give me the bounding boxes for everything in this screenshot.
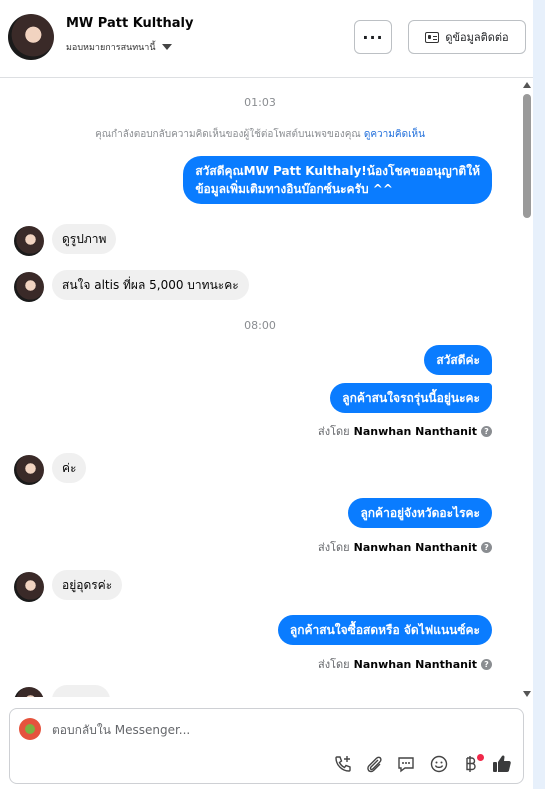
- view-comment-link[interactable]: ดูความคิดเห็น: [364, 129, 425, 140]
- contact-name[interactable]: MW Patt Kulthaly: [66, 16, 193, 31]
- attachment-icon[interactable]: [363, 753, 385, 775]
- contact-card-icon: [425, 31, 440, 43]
- sent-by-prefix: ส่งโดย: [318, 425, 350, 438]
- sent-by-label: ส่งโดย Nanwhan Nanthanit ?: [318, 422, 492, 440]
- outgoing-message: สวัสดีคุณMW Patt Kulthaly!น้องโชคขออนุญา…: [183, 156, 492, 204]
- caret-down-icon: [161, 44, 172, 50]
- assign-conversation-dropdown[interactable]: มอบหมายการสนทนานี้: [66, 40, 172, 54]
- incoming-message: ดูรูปภาพ: [52, 224, 117, 254]
- page-avatar: [19, 718, 41, 740]
- comment-reply-notice: คุณกำลังตอบกลับความคิดเห็นของผู้ใช้ต่อโพ…: [0, 127, 520, 142]
- more-options-button[interactable]: ···: [354, 20, 392, 54]
- saved-reply-icon[interactable]: [395, 753, 417, 775]
- sent-by-prefix: ส่งโดย: [318, 541, 350, 554]
- message-composer: [9, 708, 524, 784]
- message-line: สวัสดีคุณMW Patt Kulthaly!น้องโชคขออนุญา…: [195, 164, 480, 178]
- incoming-message: อยู่อุดรค่ะ: [52, 570, 123, 600]
- notification-dot: [477, 754, 484, 761]
- contact-avatar-small: [14, 572, 44, 602]
- incoming-message: สนใจ altis ที่ผล 5,000 บาทนะคะ: [52, 270, 249, 300]
- incoming-message: ค่ะ: [52, 453, 87, 483]
- outgoing-message: ลูกค้าอยู่จังหวัดอะไรคะ: [348, 498, 492, 528]
- outgoing-message: สวัสดีค่ะ: [424, 345, 492, 375]
- incoming-message-partial: [52, 685, 110, 697]
- help-icon[interactable]: ?: [481, 425, 492, 437]
- thumbs-up-icon[interactable]: [491, 753, 513, 775]
- sent-by-label: ส่งโดย Nanwhan Nanthanit ?: [318, 538, 492, 556]
- outgoing-message: ลูกค้าสนใจรถรุ่นนี้อยู่นะคะ: [330, 383, 492, 413]
- scrollbar-thumb[interactable]: [523, 94, 531, 218]
- message-thread: 01:03 คุณกำลังตอบกลับความคิดเห็นของผู้ใช…: [0, 79, 520, 697]
- sender-name: Nanwhan Nanthanit: [353, 424, 477, 438]
- timestamp: 08:00: [244, 319, 276, 332]
- help-icon[interactable]: ?: [481, 541, 492, 553]
- view-contact-info-label: ดูข้อมูลติดต่อ: [445, 31, 509, 44]
- emoji-icon[interactable]: [428, 753, 450, 775]
- reply-input[interactable]: [52, 719, 492, 741]
- call-icon[interactable]: [332, 753, 354, 775]
- contact-avatar-small: [14, 687, 44, 697]
- thread-scrollbar[interactable]: [521, 82, 533, 697]
- scroll-down-arrow-icon[interactable]: [523, 691, 531, 697]
- right-edge-panel: [533, 0, 545, 789]
- contact-avatar[interactable]: [8, 14, 54, 60]
- sent-by-label: ส่งโดย Nanwhan Nanthanit ?: [318, 655, 492, 673]
- sent-by-prefix: ส่งโดย: [318, 658, 350, 671]
- outgoing-message: ลูกค้าสนใจซื้อสดหรือ จัดไฟแนนซ์คะ: [277, 615, 492, 645]
- sender-name: Nanwhan Nanthanit: [353, 540, 477, 554]
- contact-avatar-small: [14, 455, 44, 485]
- notice-text: คุณกำลังตอบกลับความคิดเห็นของผู้ใช้ต่อโพ…: [95, 129, 361, 140]
- message-line: ข้อมูลเพิ่มเติมทางอินบ๊อกซ์นะครับ ^^: [195, 182, 393, 196]
- scroll-up-arrow-icon[interactable]: [523, 82, 531, 88]
- contact-avatar-small: [14, 226, 44, 256]
- assign-label: มอบหมายการสนทนานี้: [66, 43, 156, 53]
- payment-icon[interactable]: [459, 753, 484, 775]
- sender-name: Nanwhan Nanthanit: [353, 657, 477, 671]
- help-icon[interactable]: ?: [481, 658, 492, 670]
- conversation-header: MW Patt Kulthaly มอบหมายการสนทนานี้ ··· …: [0, 0, 533, 78]
- timestamp: 01:03: [244, 96, 276, 109]
- view-contact-info-button[interactable]: ดูข้อมูลติดต่อ: [408, 20, 526, 54]
- contact-avatar-small: [14, 272, 44, 302]
